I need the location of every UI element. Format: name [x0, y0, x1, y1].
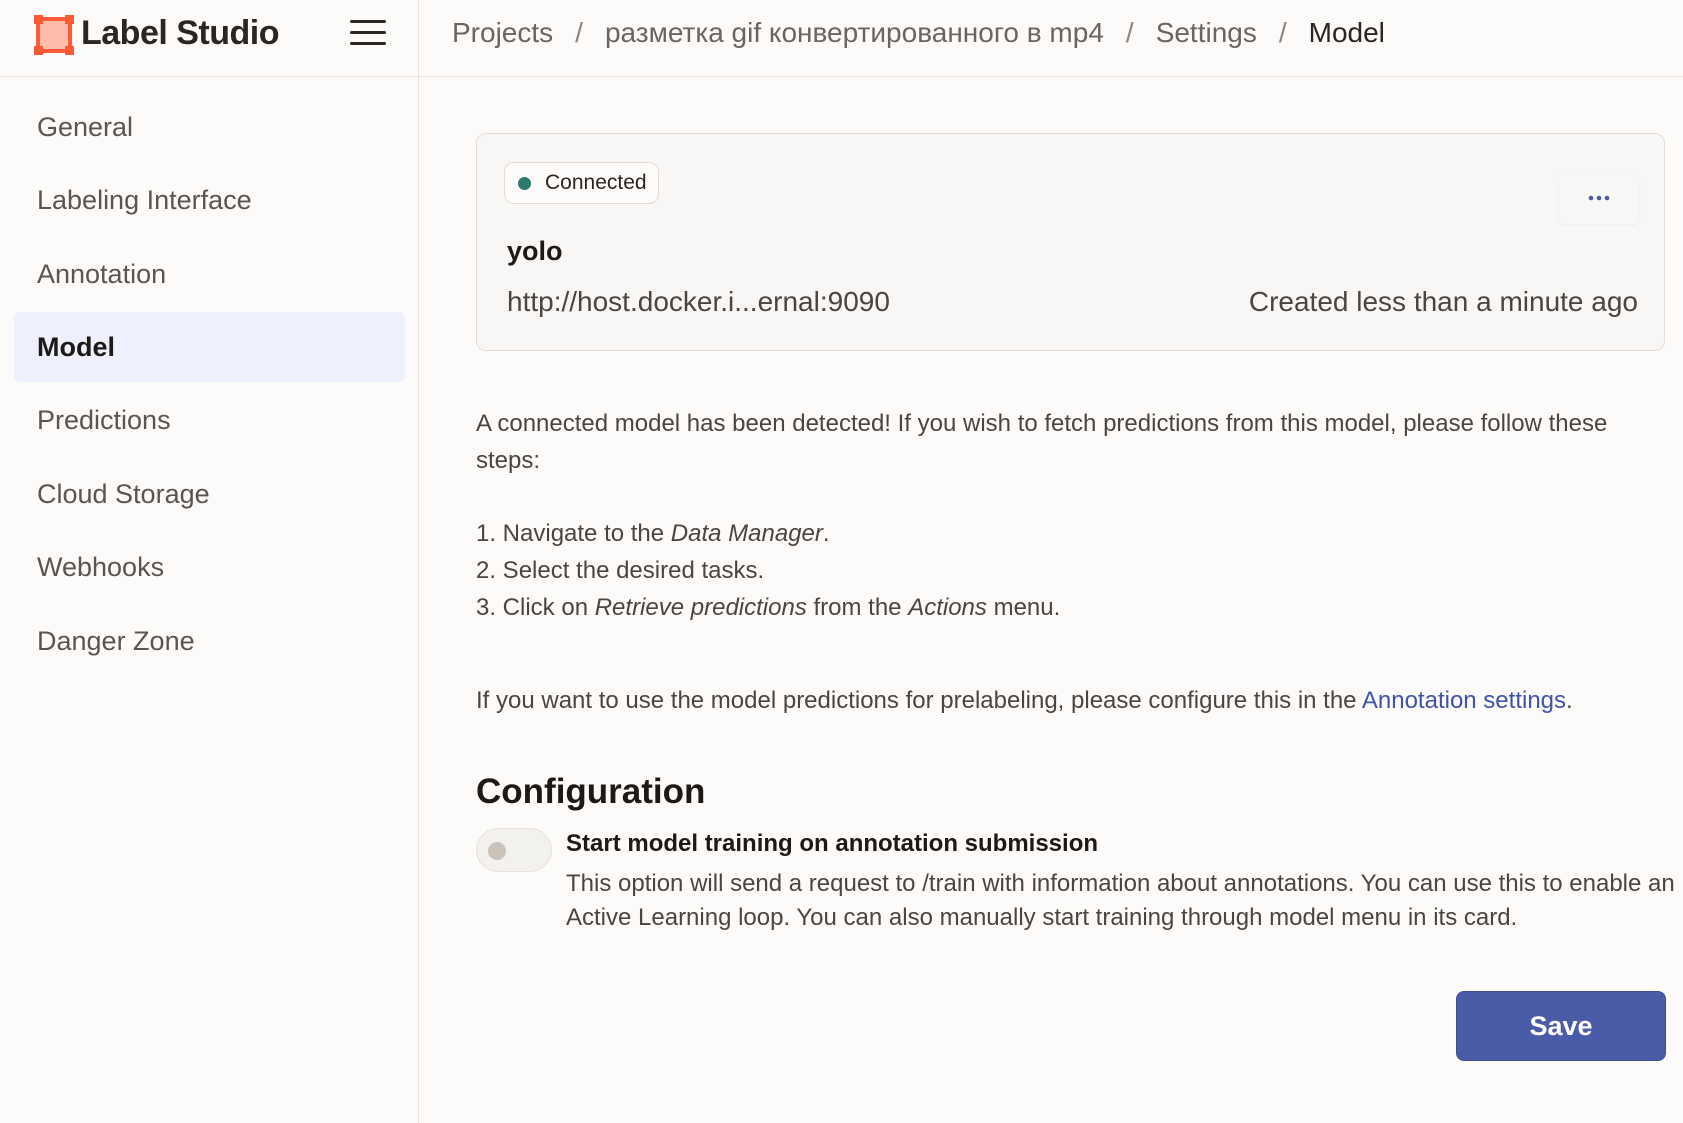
sidebar-item-annotation[interactable]: Annotation: [14, 239, 405, 309]
sidebar-item-predictions[interactable]: Predictions: [14, 385, 405, 455]
breadcrumb-separator: /: [1278, 17, 1287, 48]
ellipsis-icon: [1588, 195, 1610, 201]
intro-text: A connected model has been detected! If …: [476, 410, 1608, 474]
model-url: http://host.docker.i...ernal:9090: [507, 286, 890, 317]
annotation-settings-link[interactable]: Annotation settings: [1362, 687, 1566, 714]
toggle-label[interactable]: Start model training on annotation submi…: [566, 830, 1098, 858]
train-on-submit-toggle[interactable]: [476, 828, 552, 872]
toggle-description: This option will send a request to /trai…: [566, 870, 1675, 931]
toggle-knob: [488, 842, 506, 860]
breadcrumb-separator: /: [575, 17, 583, 48]
prelabel-prefix: If you want to use the model predictions…: [476, 687, 1362, 714]
breadcrumb: Projects / разметка gif конвертированног…: [452, 17, 1385, 49]
model-card: Connected yolo http://host.docker.i...er…: [476, 133, 1665, 351]
breadcrumb-separator: /: [1125, 17, 1134, 48]
top-bar: Label Studio Projects / разметка gif кон…: [0, 0, 1683, 77]
step-3-mid: from the: [806, 594, 909, 621]
app-name[interactable]: Label Studio: [81, 14, 280, 53]
sidebar-item-model[interactable]: Model: [14, 312, 405, 382]
sidebar-item-webhooks[interactable]: Webhooks: [14, 532, 405, 602]
step-1-suffix: .: [822, 520, 830, 547]
brand-area: Label Studio: [0, 0, 419, 77]
step-3-retrieve-predictions: Retrieve predictions: [594, 594, 807, 621]
sidebar-item-danger-zone[interactable]: Danger Zone: [14, 606, 405, 676]
status-text: Connected: [545, 171, 647, 194]
model-created-time: Created less than a minute ago: [1248, 286, 1638, 317]
sidebar-item-general[interactable]: General: [14, 92, 405, 162]
label-studio-logo-icon[interactable]: [34, 15, 74, 55]
step-1-data-manager: Data Manager: [670, 520, 823, 547]
step-3-suffix: menu.: [986, 594, 1061, 621]
model-name: yolo: [507, 236, 563, 266]
sidebar-item-cloud-storage[interactable]: Cloud Storage: [14, 459, 405, 529]
prelabel-text: If you want to use the model predictions…: [476, 682, 1573, 719]
step-1-prefix: 1. Navigate to the: [476, 520, 671, 547]
prelabel-suffix: .: [1566, 687, 1573, 714]
step-3-actions: Actions: [908, 594, 987, 621]
breadcrumb-current: Model: [1308, 17, 1385, 48]
instruction-step-3: 3. Click on Retrieve predictions from th…: [476, 589, 1060, 626]
step-3-prefix: 3. Click on: [476, 594, 595, 621]
hamburger-menu-icon[interactable]: [350, 20, 386, 50]
status-dot-icon: [518, 176, 531, 190]
breadcrumb-settings[interactable]: Settings: [1156, 17, 1257, 49]
settings-sidebar: General Labeling Interface Annotation Mo…: [0, 77, 419, 1123]
instruction-step-2: 2. Select the desired tasks.: [476, 557, 765, 584]
configuration-heading: Configuration: [476, 772, 706, 811]
breadcrumb-project[interactable]: разметка gif конвертированного в mp4: [605, 17, 1104, 49]
breadcrumb-projects[interactable]: Projects: [452, 17, 553, 49]
save-button[interactable]: Save: [1456, 991, 1666, 1061]
model-menu-button[interactable]: [1559, 172, 1639, 224]
sidebar-item-labeling-interface[interactable]: Labeling Interface: [14, 165, 405, 235]
instruction-step-1: 1. Navigate to the Data Manager.: [476, 515, 830, 552]
status-badge: Connected: [504, 162, 659, 204]
